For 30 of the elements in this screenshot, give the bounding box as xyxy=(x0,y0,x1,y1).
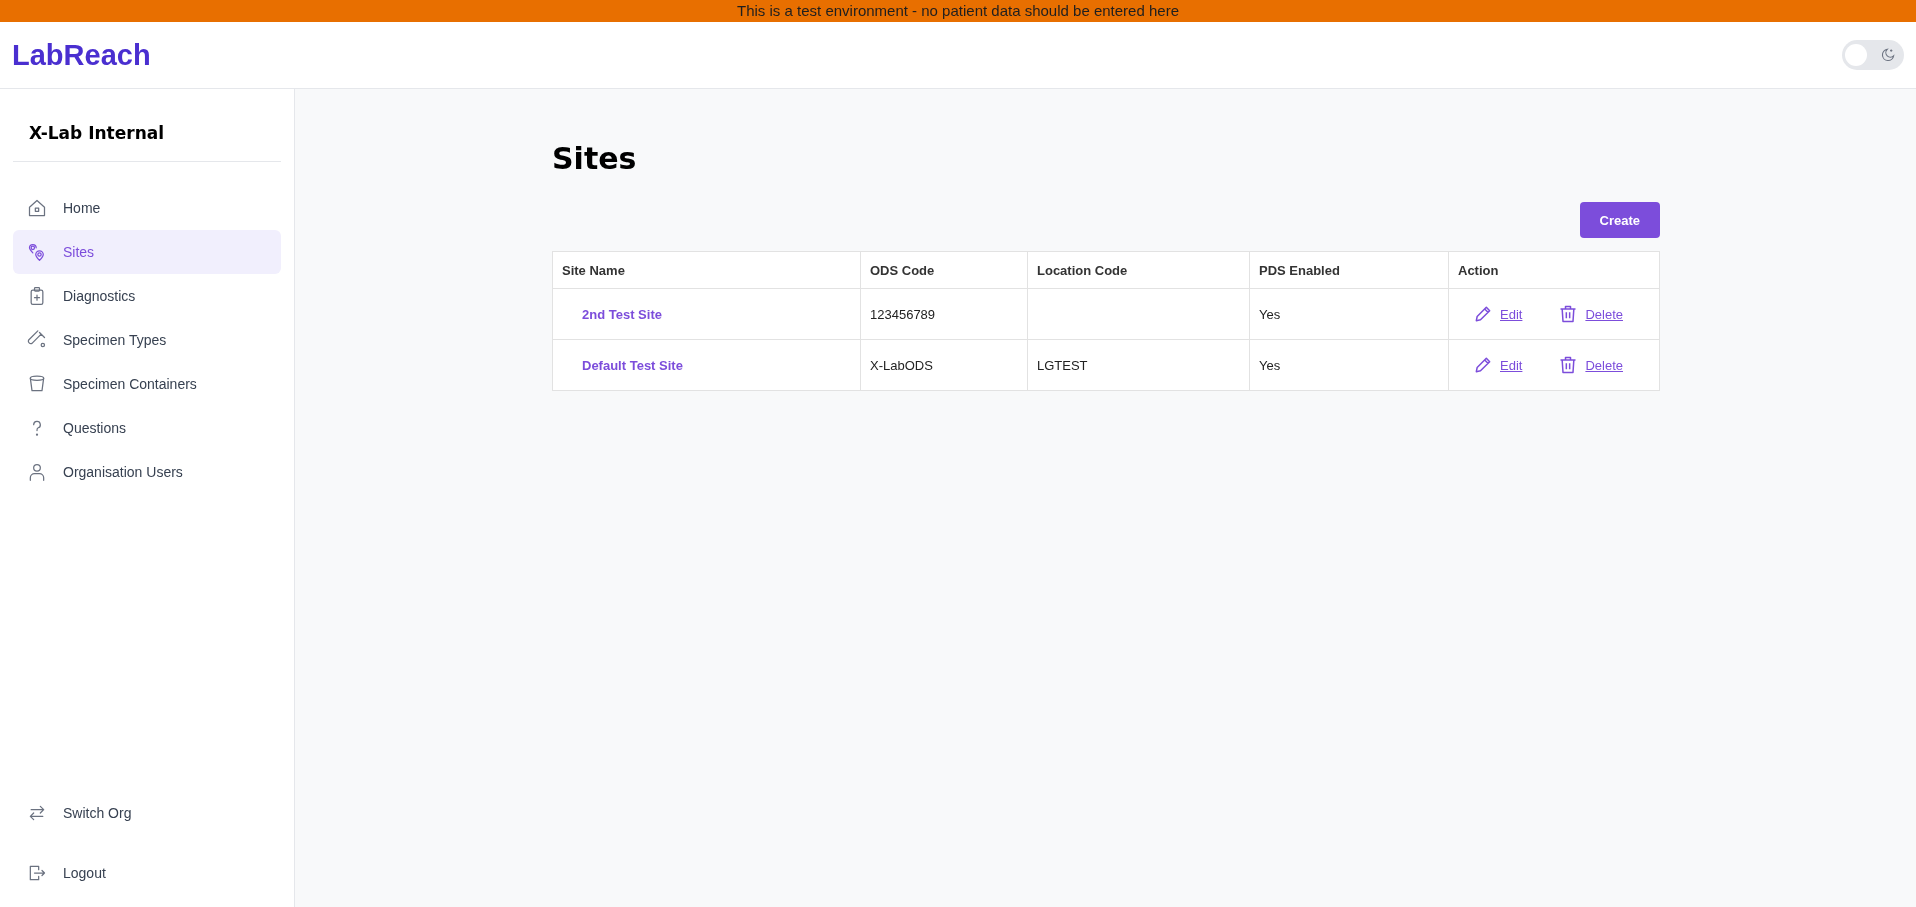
delete-link[interactable]: Delete xyxy=(1585,306,1623,322)
column-header: ODS Code xyxy=(860,251,1028,289)
table-cell: LGTEST xyxy=(1027,339,1250,391)
nav-item[interactable]: Specimen Types xyxy=(13,318,281,362)
nav-item[interactable]: Questions xyxy=(13,406,281,450)
column-header: Location Code xyxy=(1027,251,1250,289)
edit-link[interactable]: Edit xyxy=(1500,306,1523,322)
delete-link[interactable]: Delete xyxy=(1585,357,1623,373)
page-title: Sites xyxy=(552,141,638,176)
column-header: Site Name xyxy=(552,251,861,289)
table-cell: Yes xyxy=(1249,339,1449,391)
logo[interactable]: LabReach xyxy=(12,38,151,72)
table-cell: X-LabODS xyxy=(860,339,1028,391)
create-button[interactable]: Create xyxy=(1579,202,1660,238)
edit-link[interactable]: Edit xyxy=(1500,357,1523,373)
site-name-link[interactable]: Default Test Site xyxy=(582,357,683,373)
site-name-link[interactable]: 2nd Test Site xyxy=(582,306,662,322)
nav-item[interactable]: Specimen Containers xyxy=(13,362,281,406)
nav-item[interactable]: Diagnostics xyxy=(13,274,281,318)
column-header: Action xyxy=(1448,251,1660,289)
nav-item[interactable]: Home xyxy=(13,186,281,230)
table-cell: Yes xyxy=(1249,288,1449,340)
nav-item[interactable]: Sites xyxy=(13,230,281,274)
nav-item[interactable]: Organisation Users xyxy=(13,450,281,494)
table-cell: 123456789 xyxy=(860,288,1028,340)
organisation-name: X-Lab Internal xyxy=(28,122,166,145)
environment-banner: This is a test environment - no patient data should be entered here xyxy=(0,0,1916,22)
nav-item[interactable]: Logout xyxy=(13,851,281,895)
column-header: PDS Enabled xyxy=(1249,251,1449,289)
nav-item[interactable]: Switch Org xyxy=(13,791,281,835)
